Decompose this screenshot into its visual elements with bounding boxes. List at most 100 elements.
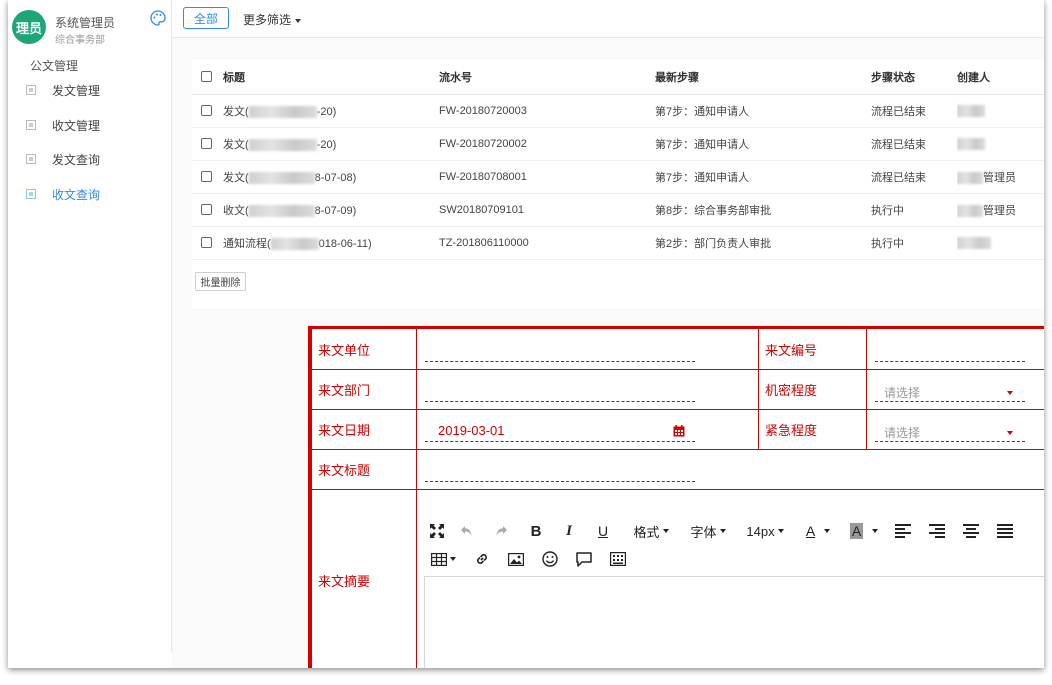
- doc-icon: [26, 189, 36, 199]
- font-color-icon[interactable]: A: [800, 520, 836, 542]
- special-chars-icon[interactable]: [609, 548, 627, 570]
- abstract-editor[interactable]: [424, 576, 1044, 668]
- dept-input[interactable]: [425, 382, 695, 402]
- column-header-step[interactable]: 最新步骤: [655, 60, 871, 95]
- date-input[interactable]: 2019-03-01: [425, 422, 695, 442]
- sidebar-item-receive-doc-manage[interactable]: 收文管理: [26, 115, 100, 135]
- align-justify-icon[interactable]: [996, 520, 1014, 542]
- column-header-status[interactable]: 步骤状态: [871, 60, 957, 95]
- secrecy-select[interactable]: 请选择: [875, 382, 1025, 402]
- number-input[interactable]: [875, 342, 1025, 362]
- row-status: 流程已结束: [871, 94, 957, 128]
- undo-icon[interactable]: [458, 520, 476, 542]
- row-creator: 管理员: [957, 160, 1044, 194]
- row-creator: [957, 94, 1044, 128]
- row-step: 第7步：通知申请人: [655, 94, 871, 128]
- row-serial[interactable]: FW-20180720002: [439, 127, 655, 161]
- font-dropdown[interactable]: 字体: [685, 520, 731, 542]
- row-checkbox[interactable]: [201, 138, 212, 150]
- more-filter-label: 更多筛选: [243, 13, 292, 27]
- table-row[interactable]: 发文(-20) FW-20180720002 第7步：通知申请人 流程已结束: [192, 127, 1044, 161]
- sidebar-item-label: 发文管理: [52, 83, 101, 98]
- batch-delete-button[interactable]: 批量删除: [195, 272, 246, 291]
- column-header-serial[interactable]: 流水号: [439, 60, 655, 95]
- table-row[interactable]: 发文( -20) FW-20180720003 第7步：通知申请人 流程已结束: [192, 94, 1044, 128]
- italic-icon[interactable]: I: [560, 520, 578, 542]
- format-dropdown[interactable]: 格式: [628, 520, 674, 542]
- title-prefix: 发文(: [223, 138, 249, 151]
- chevron-down-icon: [1007, 431, 1013, 435]
- redacted-text: [957, 204, 983, 217]
- doc-icon: [26, 85, 36, 95]
- avatar[interactable]: 理员: [12, 10, 46, 44]
- more-filter-dropdown[interactable]: 更多筛选: [243, 11, 302, 28]
- row-checkbox[interactable]: [201, 204, 212, 216]
- bg-color-icon[interactable]: A: [846, 520, 882, 542]
- sidebar-item-send-doc-query[interactable]: 发文查询: [26, 149, 100, 169]
- redo-icon[interactable]: [492, 520, 510, 542]
- row-checkbox[interactable]: [201, 105, 212, 117]
- table-row[interactable]: 收文(8-07-09) SW20180709101 第8步：综合事务部审批 执行…: [192, 193, 1044, 227]
- label-secrecy: 机密程度: [759, 370, 867, 409]
- redacted-text: [248, 171, 315, 184]
- row-title[interactable]: 发文(8-07-08): [223, 160, 439, 194]
- select-all-checkbox[interactable]: [201, 71, 212, 83]
- user-block: 理员 系统管理员 综合事务部: [12, 10, 172, 46]
- doc-table: 标题 流水号 最新步骤 步骤状态 创建人 发文(-20) FW-20180720…: [192, 60, 1044, 260]
- label-unit: 来文单位: [312, 329, 417, 369]
- row-serial[interactable]: FW-20180720003: [439, 94, 655, 128]
- row-step: 第8步：综合事务部审批: [655, 193, 871, 227]
- row-serial[interactable]: TZ-201806110000: [439, 226, 655, 260]
- row-status: 执行中: [871, 193, 957, 227]
- urgency-select[interactable]: 请选择: [875, 422, 1025, 442]
- bold-icon[interactable]: B: [527, 520, 545, 542]
- title-suffix: -20): [316, 105, 337, 118]
- underline-icon[interactable]: U: [594, 520, 612, 542]
- link-icon[interactable]: [473, 548, 491, 570]
- row-title[interactable]: 发文(-20): [223, 127, 439, 161]
- table-row[interactable]: 通知流程(018-06-11) TZ-201806110000 第2步：部门负责…: [192, 226, 1044, 260]
- image-icon[interactable]: [507, 548, 525, 570]
- palette-icon[interactable]: [149, 9, 167, 27]
- label-subject: 来文标题: [312, 450, 417, 489]
- align-center-icon[interactable]: [962, 520, 980, 542]
- row-serial[interactable]: FW-20180708001: [439, 160, 655, 194]
- row-title[interactable]: 通知流程(018-06-11): [223, 226, 439, 260]
- table-icon[interactable]: [428, 548, 458, 570]
- redacted-text: [248, 138, 317, 151]
- dept-cell: [417, 370, 759, 409]
- font-size-dropdown[interactable]: 14px: [742, 520, 788, 542]
- number-cell: [867, 329, 1044, 369]
- align-right-icon[interactable]: [928, 520, 946, 542]
- column-header-creator[interactable]: 创建人: [957, 60, 1044, 95]
- row-serial[interactable]: SW20180709101: [439, 193, 655, 227]
- urgency-cell: 请选择: [867, 410, 1044, 449]
- row-checkbox[interactable]: [201, 171, 212, 183]
- row-title[interactable]: 收文(8-07-09): [223, 193, 439, 227]
- row-status: 流程已结束: [871, 127, 957, 161]
- sidebar-item-send-doc-manage[interactable]: 发文管理: [26, 80, 100, 100]
- label-dept: 来文部门: [312, 370, 417, 409]
- calendar-icon[interactable]: [673, 425, 685, 437]
- row-status: 流程已结束: [871, 160, 957, 194]
- align-left-icon[interactable]: [894, 520, 912, 542]
- sidebar-item-label: 收文查询: [52, 187, 101, 202]
- row-checkbox[interactable]: [201, 237, 212, 249]
- column-header-title[interactable]: 标题: [223, 60, 439, 95]
- table-row[interactable]: 发文(8-07-08) FW-20180708001 第7步：通知申请人 流程已…: [192, 160, 1044, 194]
- unit-input[interactable]: [425, 342, 695, 362]
- row-title[interactable]: 发文( -20): [223, 94, 439, 128]
- chevron-down-icon: [719, 529, 726, 533]
- label-abstract: 来文摘要: [312, 490, 417, 668]
- comment-icon[interactable]: [575, 548, 593, 570]
- menu-group-label: 公文管理: [30, 59, 79, 73]
- editor-toolbar: B I U 格式 字体 14px A A: [428, 510, 1044, 580]
- emoji-icon[interactable]: [541, 548, 559, 570]
- all-filter-button[interactable]: 全部: [183, 7, 229, 29]
- sidebar-item-receive-doc-query[interactable]: 收文查询: [26, 184, 100, 204]
- subject-input[interactable]: [425, 462, 695, 482]
- creator-suffix: 管理员: [983, 204, 1016, 217]
- title-prefix: 发文(: [223, 105, 249, 118]
- fullscreen-icon[interactable]: [428, 520, 446, 542]
- date-value: 2019-03-01: [438, 423, 505, 438]
